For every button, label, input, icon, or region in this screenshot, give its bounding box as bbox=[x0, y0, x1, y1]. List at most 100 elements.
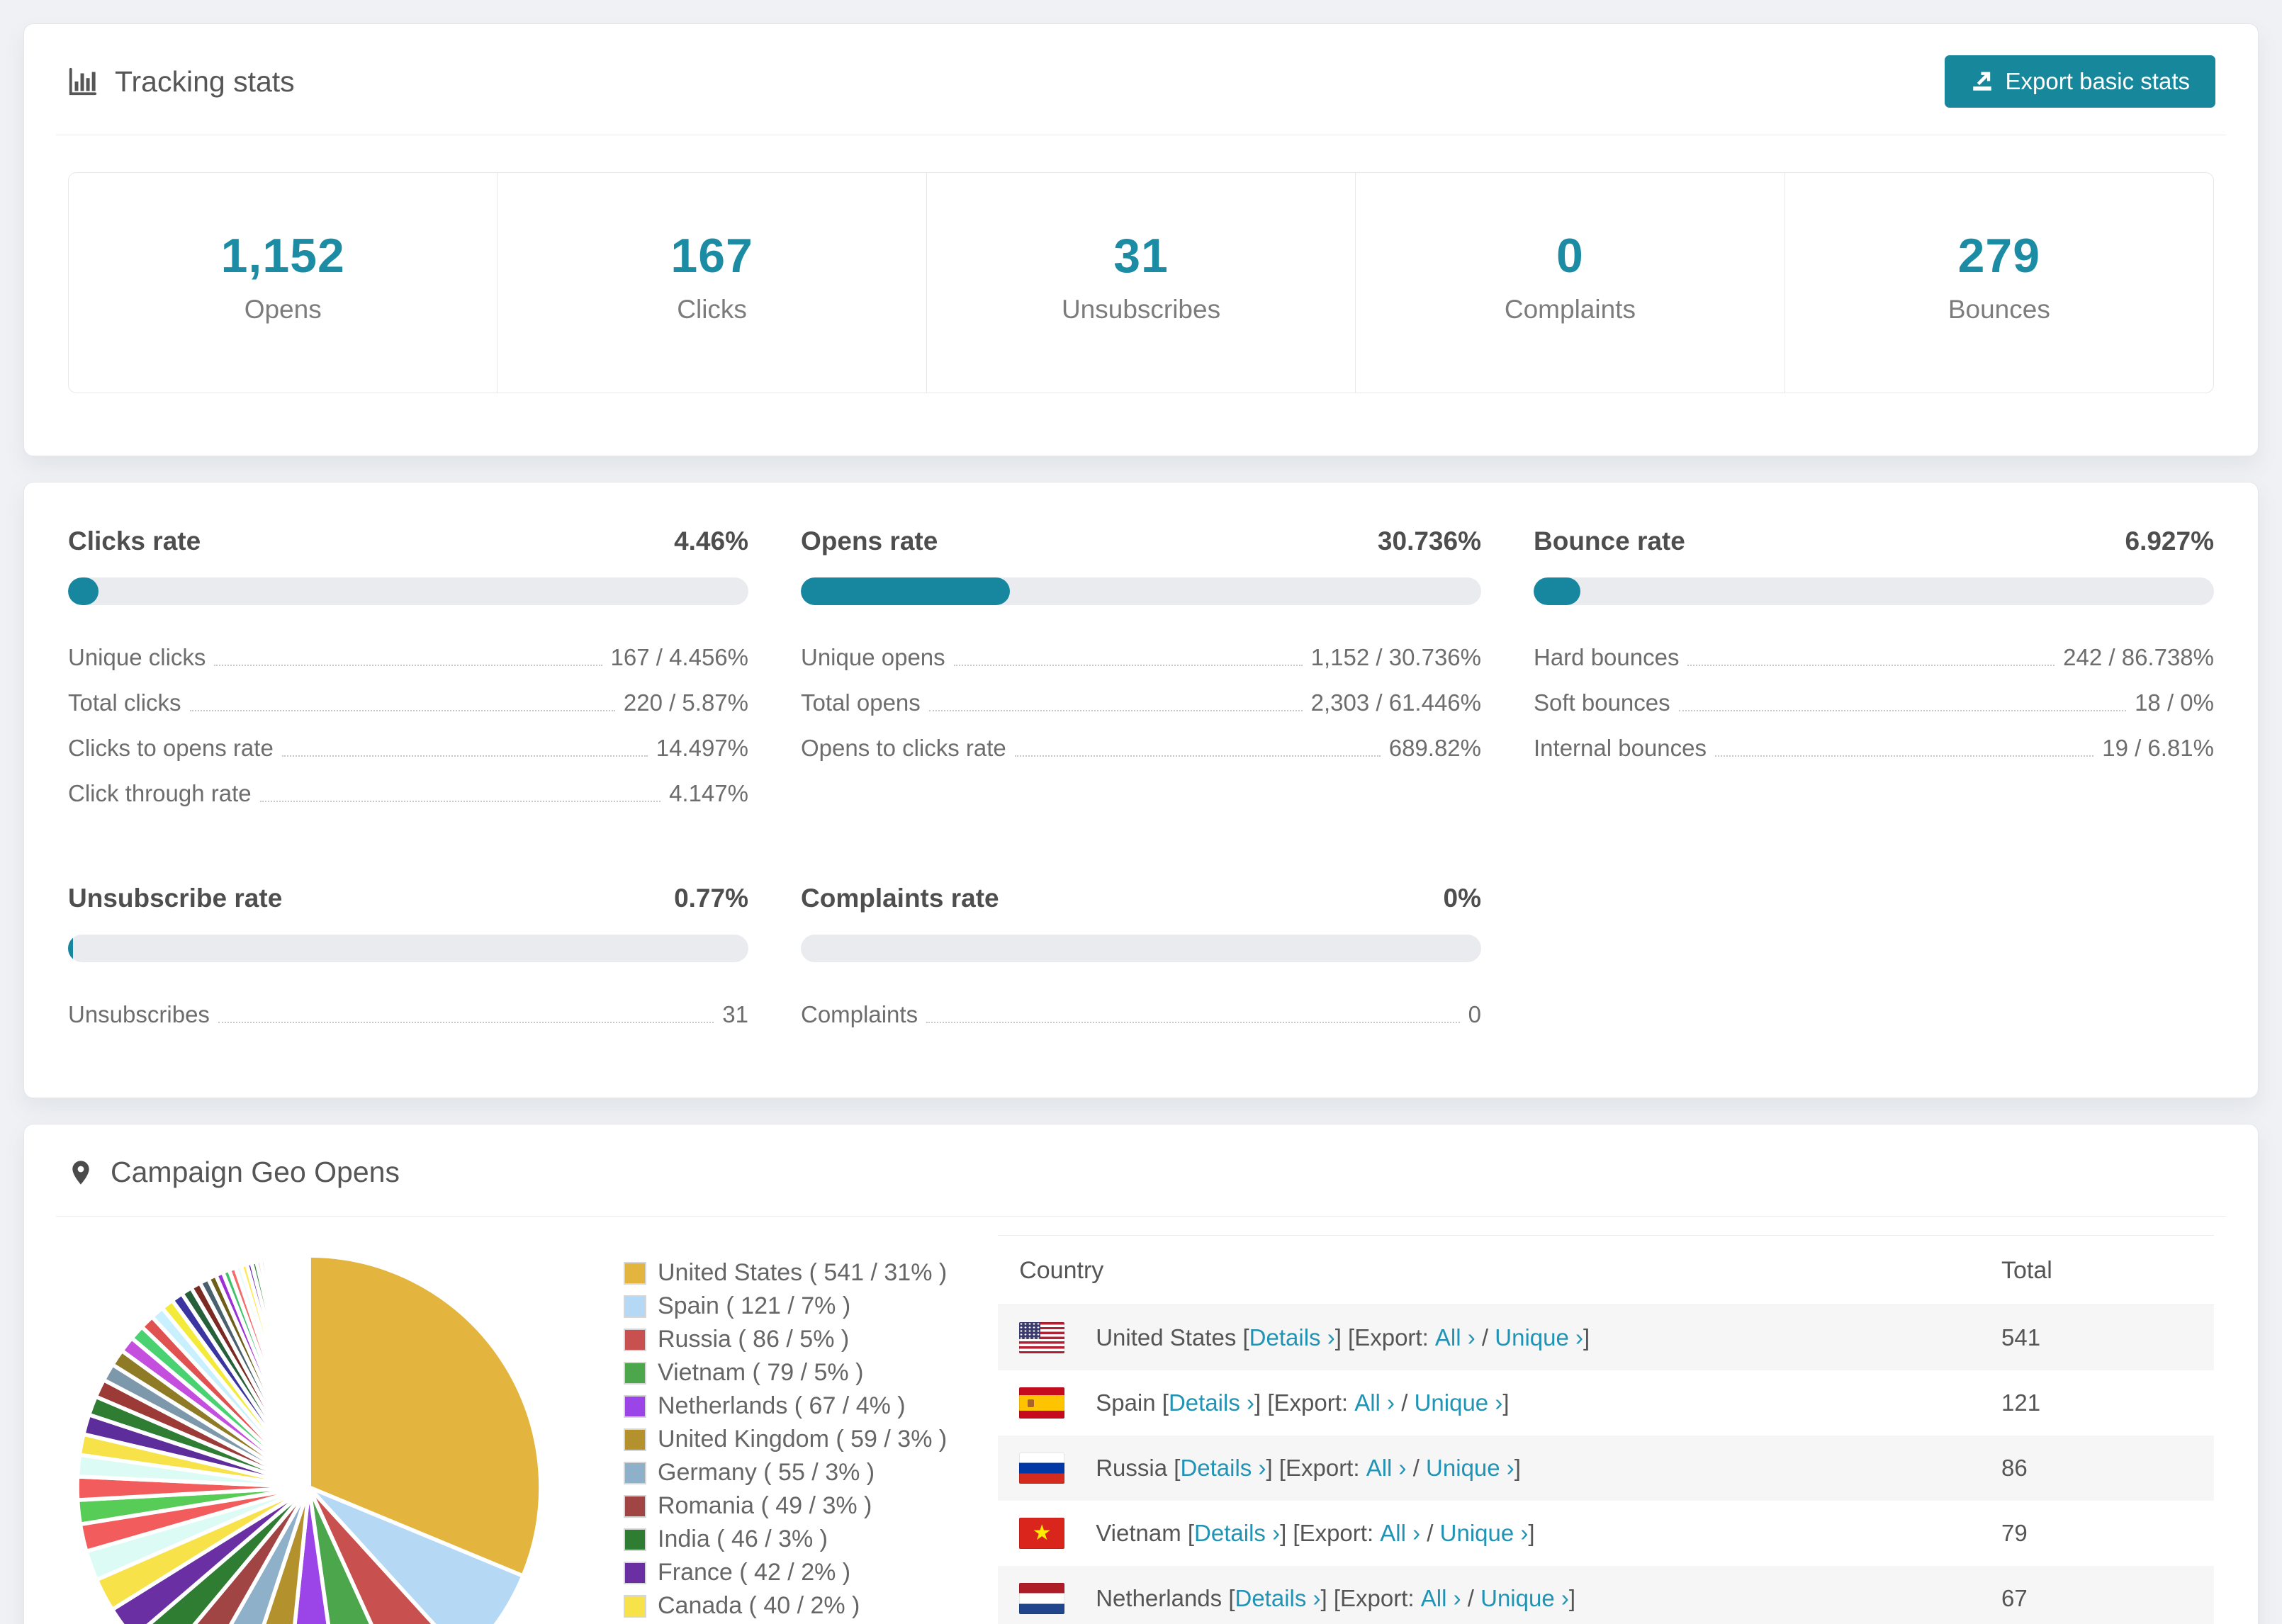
rate-value: 0% bbox=[1443, 884, 1481, 913]
rate-detail-row: Hard bounces 242 / 86.738% bbox=[1534, 644, 2214, 670]
export-basic-stats-button[interactable]: Export basic stats bbox=[1944, 55, 2215, 108]
rate-section-bounce-rate: Bounce rate 6.927% Hard bounces 242 / 86… bbox=[1534, 526, 2214, 816]
export-unique-link[interactable]: Unique › bbox=[1440, 1520, 1529, 1547]
legend-swatch bbox=[624, 1494, 646, 1518]
rate-section-opens-rate: Opens rate 30.736% Unique opens 1,152 / … bbox=[801, 526, 1481, 816]
country-name: Netherlands [ bbox=[1096, 1585, 1235, 1611]
legend-swatch bbox=[624, 1328, 646, 1351]
legend-swatch bbox=[624, 1461, 646, 1484]
export-all-link[interactable]: All › bbox=[1354, 1389, 1395, 1416]
stat-label: Opens bbox=[244, 295, 322, 324]
rate-progress-track bbox=[68, 577, 748, 605]
export-all-link[interactable]: All › bbox=[1380, 1520, 1420, 1547]
legend-item: Russia ( 86 / 5% ) bbox=[624, 1323, 947, 1356]
dotted-leader bbox=[189, 710, 615, 711]
rate-value: 6.927% bbox=[2125, 526, 2215, 556]
rate-title: Unsubscribe rate bbox=[68, 884, 283, 913]
flag-icon-us bbox=[1019, 1322, 1065, 1353]
geo-table-header-country: Country bbox=[998, 1235, 2001, 1305]
export-all-link[interactable]: All › bbox=[1366, 1455, 1407, 1482]
dotted-leader bbox=[1014, 755, 1381, 757]
dotted-leader bbox=[259, 801, 661, 802]
country-total: 121 bbox=[2001, 1389, 2041, 1416]
rate-detail-row: Internal bounces 19 / 6.81% bbox=[1534, 735, 2214, 761]
country-name: Spain [ bbox=[1096, 1389, 1169, 1416]
rates-grid: Clicks rate 4.46% Unique clicks 167 / 4.… bbox=[68, 526, 2214, 1037]
geo-table-row-nl: Netherlands [Details ›] [Export: All › /… bbox=[998, 1566, 2214, 1624]
rate-title: Complaints rate bbox=[801, 884, 999, 913]
country-total: 67 bbox=[2001, 1585, 2028, 1611]
rate-detail-row: Opens to clicks rate 689.82% bbox=[801, 735, 1481, 761]
stat-complaints: 0 Complaints bbox=[1356, 173, 1785, 393]
dotted-leader bbox=[1715, 755, 2094, 757]
bar-chart-icon bbox=[69, 67, 97, 96]
geo-opens-card: Campaign Geo Opens United States ( 541 /… bbox=[23, 1124, 2259, 1624]
stat-clicks: 167 Clicks bbox=[498, 173, 927, 393]
dotted-leader bbox=[218, 1022, 714, 1023]
dotted-leader bbox=[928, 710, 1303, 711]
stat-value: 167 bbox=[670, 229, 753, 283]
stat-label: Bounces bbox=[1947, 295, 2050, 324]
pie-slice[interactable] bbox=[306, 1253, 311, 1488]
details-link[interactable]: Details › bbox=[1235, 1585, 1321, 1612]
stat-value: 279 bbox=[1957, 229, 2041, 283]
legend-label: Netherlands ( 67 / 4% ) bbox=[658, 1392, 906, 1419]
legend-item: France ( 42 / 2% ) bbox=[624, 1556, 947, 1589]
legend-swatch bbox=[624, 1361, 646, 1385]
rate-detail-row: Clicks to opens rate 14.497% bbox=[68, 735, 748, 761]
legend-label: Russia ( 86 / 5% ) bbox=[658, 1326, 850, 1353]
stat-label: Unsubscribes bbox=[1061, 295, 1221, 324]
flag-icon-vn bbox=[1019, 1518, 1065, 1549]
legend-swatch bbox=[624, 1295, 646, 1318]
stat-unsubscribes: 31 Unsubscribes bbox=[927, 173, 1356, 393]
geo-table-row-vn: Vietnam [Details ›] [Export: All › / Uni… bbox=[998, 1501, 2214, 1566]
rate-detail-row: Unique opens 1,152 / 30.736% bbox=[801, 644, 1481, 670]
country-name: Vietnam [ bbox=[1096, 1520, 1195, 1546]
stat-value: 31 bbox=[1113, 229, 1169, 283]
geo-table-wrap: Country Total United States [Details ›] … bbox=[998, 1235, 2214, 1624]
flag-icon-es bbox=[1019, 1387, 1065, 1419]
export-unique-link[interactable]: Unique › bbox=[1480, 1585, 1569, 1612]
stats-summary-row: 1,152 Opens 167 Clicks 31 Unsubscribes 0 Co… bbox=[68, 172, 2214, 393]
legend-item: Spain ( 121 / 7% ) bbox=[624, 1290, 947, 1323]
country-total: 541 bbox=[2001, 1324, 2041, 1350]
rate-detail-row: Complaints 0 bbox=[801, 1001, 1481, 1027]
stat-bounces: 279 Bounces bbox=[1785, 173, 2213, 393]
rate-title: Opens rate bbox=[801, 526, 938, 556]
stat-opens: 1,152 Opens bbox=[69, 173, 498, 393]
map-pin-icon bbox=[72, 1160, 89, 1185]
geo-pie-chart[interactable] bbox=[68, 1235, 568, 1624]
legend-swatch bbox=[624, 1394, 646, 1418]
rate-section-clicks-rate: Clicks rate 4.46% Unique clicks 167 / 4.… bbox=[68, 526, 748, 816]
export-all-link[interactable]: All › bbox=[1435, 1324, 1476, 1351]
rate-detail-row: Total opens 2,303 / 61.446% bbox=[801, 689, 1481, 716]
geo-table: Country Total United States [Details ›] … bbox=[998, 1235, 2214, 1624]
export-unique-link[interactable]: Unique › bbox=[1495, 1324, 1583, 1351]
export-unique-link[interactable]: Unique › bbox=[1415, 1389, 1503, 1416]
country-name: Russia [ bbox=[1096, 1455, 1181, 1481]
rates-card: Clicks rate 4.46% Unique clicks 167 / 4.… bbox=[23, 482, 2259, 1098]
tracking-stats-title-text: Tracking stats bbox=[115, 64, 295, 98]
rate-detail-row: Total clicks 220 / 5.87% bbox=[68, 689, 748, 716]
rate-progress-fill bbox=[68, 577, 99, 605]
legend-item: Netherlands ( 67 / 4% ) bbox=[624, 1389, 947, 1423]
legend-swatch bbox=[624, 1594, 646, 1618]
rate-detail-row: Soft bounces 18 / 0% bbox=[1534, 689, 2214, 716]
geo-table-header-total: Total bbox=[2001, 1235, 2214, 1305]
rate-progress-track bbox=[801, 935, 1481, 962]
export-button-label: Export basic stats bbox=[2005, 68, 2190, 94]
details-link[interactable]: Details › bbox=[1169, 1389, 1254, 1416]
details-link[interactable]: Details › bbox=[1180, 1455, 1266, 1482]
legend-item: Canada ( 40 / 2% ) bbox=[624, 1589, 947, 1623]
details-link[interactable]: Details › bbox=[1249, 1324, 1335, 1351]
export-all-link[interactable]: All › bbox=[1421, 1585, 1461, 1612]
export-unique-link[interactable]: Unique › bbox=[1426, 1455, 1514, 1482]
tracking-stats-card: Tracking stats Export basic stats 1,152 … bbox=[23, 23, 2259, 456]
details-link[interactable]: Details › bbox=[1194, 1520, 1280, 1547]
legend-label: India ( 46 / 3% ) bbox=[658, 1526, 828, 1552]
geo-table-row-us: United States [Details ›] [Export: All ›… bbox=[998, 1304, 2214, 1370]
stat-value: 1,152 bbox=[220, 229, 345, 283]
rate-progress-fill bbox=[68, 935, 74, 962]
legend-item: Romania ( 49 / 3% ) bbox=[624, 1489, 947, 1523]
legend-swatch bbox=[624, 1428, 646, 1451]
